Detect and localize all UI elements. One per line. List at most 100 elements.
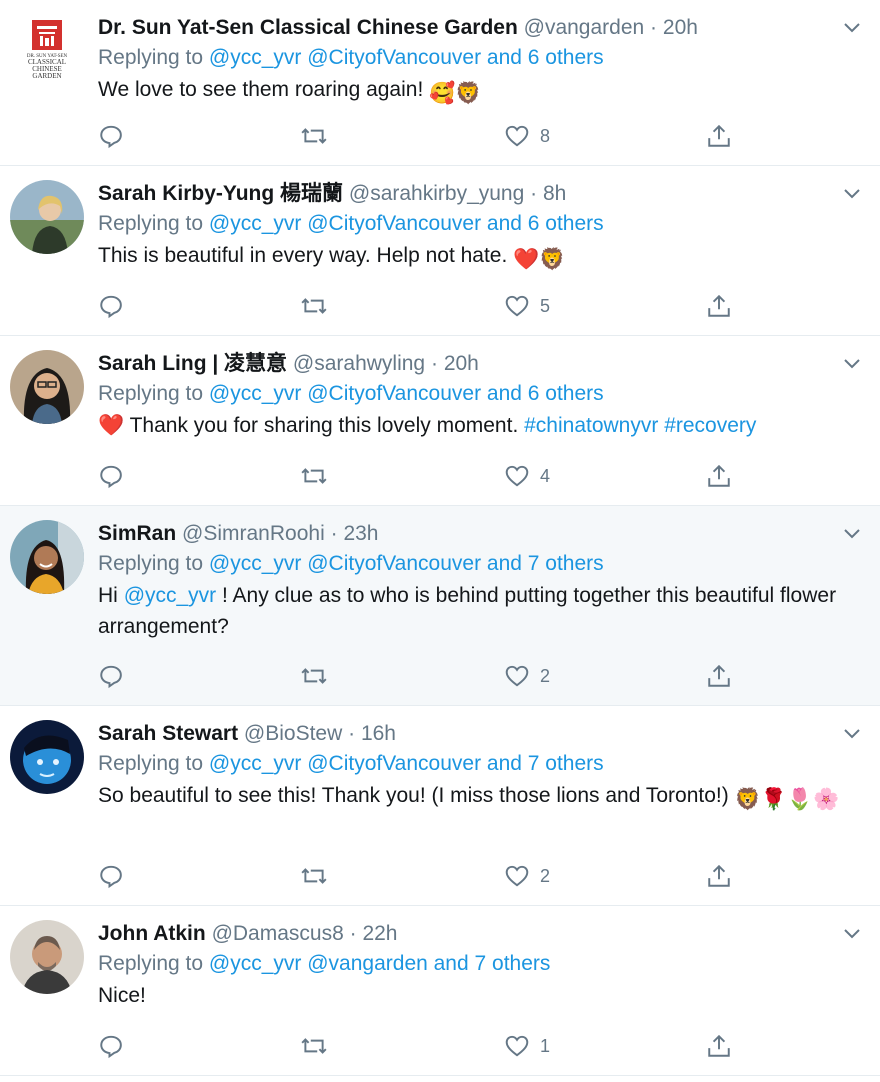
share-button[interactable] (706, 661, 732, 691)
display-name[interactable]: John Atkin (98, 922, 206, 945)
reply-button[interactable] (98, 661, 124, 691)
share-icon (708, 124, 730, 147)
reply-button[interactable] (98, 861, 124, 891)
retweet-button[interactable] (300, 1031, 328, 1061)
tweet-actions: 4 (98, 461, 738, 491)
reply-mentions-link[interactable]: @ycc_yvr @CityofVancouver and 7 others (209, 752, 604, 775)
user-handle[interactable]: @Damascus8 (212, 922, 344, 945)
tweet-text: Nice! (98, 984, 146, 1007)
chevron-down-icon[interactable] (840, 16, 864, 40)
reply-button[interactable] (98, 1031, 124, 1061)
tweet[interactable]: Sarah Stewart @BioStew · 16h Replying to… (0, 706, 880, 906)
timestamp[interactable]: 22h (362, 922, 397, 945)
share-icon (708, 664, 730, 687)
replying-to: Replying to @ycc_yvr @CityofVancouver an… (98, 752, 604, 775)
chevron-down-icon[interactable] (840, 922, 864, 946)
share-button[interactable] (706, 121, 732, 151)
chevron-down-icon[interactable] (840, 352, 864, 376)
reply-icon (100, 295, 122, 319)
tweet-header: Dr. Sun Yat-Sen Classical Chinese Garden… (98, 16, 698, 39)
avatar[interactable] (10, 180, 84, 254)
like-button[interactable]: 1 (504, 1031, 550, 1061)
tweet-actions: 2 (98, 661, 738, 691)
avatar[interactable]: DR. SUN YAT-SEN CLASSICAL CHINESE GARDEN (10, 14, 84, 88)
retweet-button[interactable] (300, 461, 328, 491)
display-name[interactable]: Sarah Ling | 凌慧意 (98, 352, 287, 375)
share-button[interactable] (706, 861, 732, 891)
heart-icon (505, 665, 529, 687)
tweet-header: Sarah Stewart @BioStew · 16h (98, 722, 396, 745)
timestamp[interactable]: 20h (444, 352, 479, 375)
like-count: 8 (540, 125, 551, 146)
tweet-actions: 5 (98, 291, 738, 321)
user-handle[interactable]: @vangarden (524, 16, 645, 39)
share-button[interactable] (706, 461, 732, 491)
user-handle[interactable]: @SimranRoohi (182, 522, 325, 545)
like-button[interactable]: 5 (504, 291, 550, 321)
like-count: 2 (540, 665, 551, 686)
tweet[interactable]: DR. SUN YAT-SEN CLASSICAL CHINESE GARDEN… (0, 0, 880, 166)
user-handle[interactable]: @sarahwyling (293, 352, 425, 375)
like-button[interactable]: 4 (504, 461, 550, 491)
timestamp[interactable]: 16h (361, 722, 396, 745)
reply-button[interactable] (98, 461, 124, 491)
timestamp[interactable]: 20h (663, 16, 698, 39)
tweet-actions: 8 (98, 121, 738, 151)
retweet-button[interactable] (300, 861, 328, 891)
avatar[interactable] (10, 350, 84, 424)
share-button[interactable] (706, 1031, 732, 1061)
reply-mentions-link[interactable]: @ycc_yvr @CityofVancouver and 6 others (209, 46, 604, 69)
tweet-header: Sarah Ling | 凌慧意 @sarahwyling · 20h (98, 352, 479, 375)
hashtag-links[interactable]: #chinatownyvr #recovery (524, 414, 756, 437)
reply-icon (100, 465, 122, 489)
user-handle[interactable]: @sarahkirby_yung (349, 182, 524, 205)
reply-mentions-link[interactable]: @ycc_yvr @CityofVancouver and 6 others (209, 382, 604, 405)
share-button[interactable] (706, 291, 732, 321)
retweet-icon (301, 668, 327, 684)
display-name[interactable]: SimRan (98, 522, 176, 545)
tweet-text: This is beautiful in every way. Help not… (98, 240, 860, 275)
timestamp[interactable]: 8h (543, 182, 566, 205)
reply-mentions-link[interactable]: @ycc_yvr @vangarden and 7 others (209, 952, 550, 975)
timestamp[interactable]: 23h (343, 522, 378, 545)
avatar[interactable] (10, 920, 84, 994)
display-name[interactable]: Dr. Sun Yat-Sen Classical Chinese Garden (98, 16, 518, 39)
like-button[interactable]: 2 (504, 861, 550, 891)
reply-mentions-link[interactable]: @ycc_yvr @CityofVancouver and 6 others (209, 212, 604, 235)
tweet-actions: 1 (98, 1031, 738, 1061)
heart-icon (505, 865, 529, 887)
reply-icon (100, 865, 122, 889)
mention-link[interactable]: @ycc_yvr (124, 584, 217, 607)
reply-mentions-link[interactable]: @ycc_yvr @CityofVancouver and 7 others (209, 552, 604, 575)
retweet-button[interactable] (300, 291, 328, 321)
reply-icon (100, 1035, 122, 1059)
avatar[interactable] (10, 720, 84, 794)
reply-button[interactable] (98, 291, 124, 321)
chevron-down-icon[interactable] (840, 722, 864, 746)
tweet[interactable]: John Atkin @Damascus8 · 22h Replying to … (0, 906, 880, 1076)
tweet[interactable]: SimRan @SimranRoohi · 23h Replying to @y… (0, 506, 880, 706)
retweet-icon (301, 468, 327, 484)
reply-button[interactable] (98, 121, 124, 151)
reply-icon (100, 125, 122, 149)
heart-icon (505, 1035, 529, 1057)
tweet-text: So beautiful to see this! Thank you! (I … (98, 780, 860, 815)
retweet-button[interactable] (300, 121, 328, 151)
chevron-down-icon[interactable] (840, 182, 864, 206)
retweet-icon (301, 298, 327, 314)
display-name[interactable]: Sarah Stewart (98, 722, 238, 745)
retweet-button[interactable] (300, 661, 328, 691)
user-handle[interactable]: @BioStew (244, 722, 342, 745)
retweet-icon (301, 128, 327, 144)
display-name[interactable]: Sarah Kirby-Yung 楊瑞蘭 (98, 182, 343, 205)
avatar[interactable] (10, 520, 84, 594)
like-button[interactable]: 8 (504, 121, 550, 151)
like-button[interactable]: 2 (504, 661, 550, 691)
tweet[interactable]: Sarah Kirby-Yung 楊瑞蘭 @sarahkirby_yung · … (0, 166, 880, 336)
share-icon (708, 464, 730, 487)
emoji: ❤️🦁 (513, 248, 566, 271)
tweet-header: SimRan @SimranRoohi · 23h (98, 522, 379, 545)
chevron-down-icon[interactable] (840, 522, 864, 546)
replying-to: Replying to @ycc_yvr @CityofVancouver an… (98, 212, 604, 235)
tweet[interactable]: Sarah Ling | 凌慧意 @sarahwyling · 20h Repl… (0, 336, 880, 506)
